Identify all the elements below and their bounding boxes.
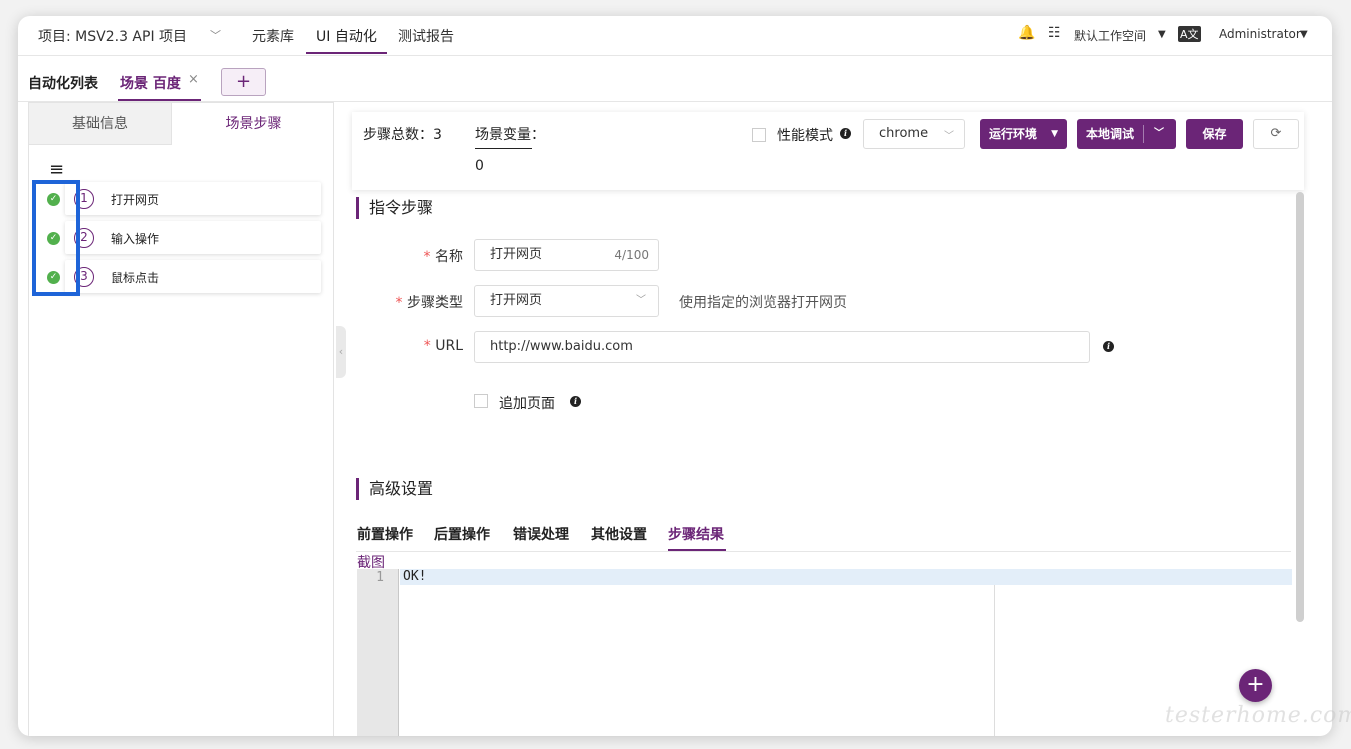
step-type-label: * 步骤类型 [395, 295, 463, 311]
line-number: 1 [376, 570, 384, 585]
tab-basic-info[interactable]: 基础信息 [29, 103, 172, 145]
performance-mode-label: 性能模式 [777, 128, 833, 144]
section-title-advanced: 高级设置 [356, 478, 433, 500]
tab-scene-baidu[interactable]: 场景 百度 [120, 73, 181, 93]
print-margin [994, 585, 995, 736]
tab-error-handling[interactable]: 错误处理 [513, 524, 569, 544]
tab-pre-operation[interactable]: 前置操作 [357, 524, 413, 544]
task-list-icon[interactable]: ☷ [1048, 25, 1061, 41]
result-editor[interactable]: 1 OK! [357, 569, 1292, 736]
step-type-value: 打开网页 [490, 293, 543, 308]
tab-active-indicator [118, 99, 201, 101]
tab-other-settings[interactable]: 其他设置 [591, 524, 647, 544]
local-debug-label: 本地调试 [1086, 127, 1135, 141]
subtab-divider [356, 551, 1291, 552]
step-item[interactable]: ✓ 1 打开网页 [47, 182, 321, 215]
tab-scene-steps[interactable]: 场景步骤 [172, 103, 335, 145]
scene-variables-link[interactable]: 场景变量： [475, 124, 545, 144]
add-tab-button[interactable]: + [221, 68, 266, 96]
add-floating-button[interactable]: + [1239, 669, 1272, 702]
performance-mode-checkbox[interactable] [752, 128, 766, 142]
browser-select[interactable]: chrome ﹀ [863, 119, 965, 149]
nav-active-indicator [306, 52, 387, 54]
url-field-label: * URL [423, 338, 463, 354]
name-field-label: * 名称 [423, 249, 463, 265]
section-title-instruction: 指令步骤 [356, 197, 433, 219]
tab-step-result[interactable]: 步骤结果 [668, 524, 724, 544]
language-icon[interactable]: A文 [1178, 26, 1201, 42]
browser-select-value: chrome [879, 126, 929, 141]
step-total: 步骤总数：3 [363, 127, 442, 143]
run-environment-button[interactable]: 运行环境 ▼ [980, 119, 1067, 149]
step-type-select[interactable]: 打开网页 ﹀ [474, 285, 659, 317]
menu-icon[interactable]: ≡ [49, 159, 64, 180]
chevron-down-icon: ﹀ [944, 131, 954, 142]
project-selector[interactable]: 项目: MSV2.3 API 项目 [38, 26, 187, 46]
caret-down-icon[interactable]: ▼ [1300, 29, 1308, 40]
app-window: 项目: MSV2.3 API 项目 ﹀ 元素库 UI 自动化 测试报告 🔔 ☷ … [18, 16, 1332, 736]
info-icon[interactable]: i [1103, 341, 1114, 352]
chevron-down-icon: ﹀ [636, 295, 646, 306]
user-menu[interactable]: Administrator [1219, 27, 1301, 41]
save-button[interactable]: 保存 [1186, 119, 1243, 149]
workspace-selector[interactable]: 默认工作空间 [1074, 27, 1146, 44]
scene-variables-count: 0 [475, 158, 484, 174]
nav-elements[interactable]: 元素库 [252, 26, 294, 46]
active-line-highlight [400, 569, 1292, 585]
step-item[interactable]: ✓ 2 输入操作 [47, 221, 321, 254]
local-debug-button[interactable]: 本地调试 ﹀ [1077, 119, 1176, 149]
info-icon[interactable]: i [840, 128, 851, 139]
top-navbar: 项目: MSV2.3 API 项目 ﹀ 元素库 UI 自动化 测试报告 🔔 ☷ … [18, 16, 1332, 56]
step-label: 输入操作 [111, 232, 160, 246]
tab-post-operation[interactable]: 后置操作 [434, 524, 490, 544]
scene-tab-bar: 自动化列表 场景 百度 × + [18, 56, 1332, 102]
append-page-checkbox[interactable] [474, 394, 488, 408]
append-page-label: 追加页面 [499, 396, 555, 412]
step-type-hint: 使用指定的浏览器打开网页 [679, 295, 847, 311]
name-char-count: 4/100 [614, 248, 649, 262]
info-icon[interactable]: i [570, 396, 581, 407]
refresh-icon[interactable]: ⟳ [1253, 119, 1299, 149]
scene-variables-underline [475, 148, 532, 149]
run-environment-label: 运行环境 [989, 127, 1038, 141]
chevron-down-icon[interactable]: ﹀ [1154, 119, 1164, 149]
caret-down-icon[interactable]: ▼ [1158, 29, 1166, 40]
url-input[interactable]: http://www.baidu.com [474, 331, 1090, 363]
step-label: 打开网页 [111, 193, 160, 207]
button-divider [1143, 125, 1144, 143]
step-toolbar: 步骤总数：3 场景变量： 0 性能模式 i chrome ﹀ 运行环境 ▼ 本地… [352, 112, 1304, 190]
caret-down-icon: ▼ [1051, 129, 1058, 139]
step-item[interactable]: ✓ 3 鼠标点击 [47, 260, 321, 293]
name-input[interactable]: 打开网页 4/100 [474, 239, 659, 271]
tab-automation-list[interactable]: 自动化列表 [28, 73, 98, 93]
nav-test-report[interactable]: 测试报告 [398, 26, 454, 46]
vertical-scrollbar[interactable] [1296, 192, 1304, 622]
step-label: 鼠标点击 [111, 271, 160, 285]
subtab-active-indicator [668, 549, 726, 551]
bell-icon[interactable]: 🔔 [1018, 25, 1035, 41]
close-icon[interactable]: × [188, 72, 199, 87]
highlight-annotation-box [32, 180, 80, 296]
editor-content[interactable]: OK! [403, 569, 426, 585]
name-input-value: 打开网页 [490, 247, 543, 262]
collapse-panel-handle[interactable]: ‹ [336, 326, 346, 378]
url-input-value: http://www.baidu.com [490, 339, 633, 354]
chevron-down-icon[interactable]: ﹀ [210, 27, 221, 43]
editor-gutter: 1 [357, 569, 399, 736]
watermark: testerhome.com [1165, 703, 1351, 728]
nav-ui-automation[interactable]: UI 自动化 [316, 26, 377, 46]
